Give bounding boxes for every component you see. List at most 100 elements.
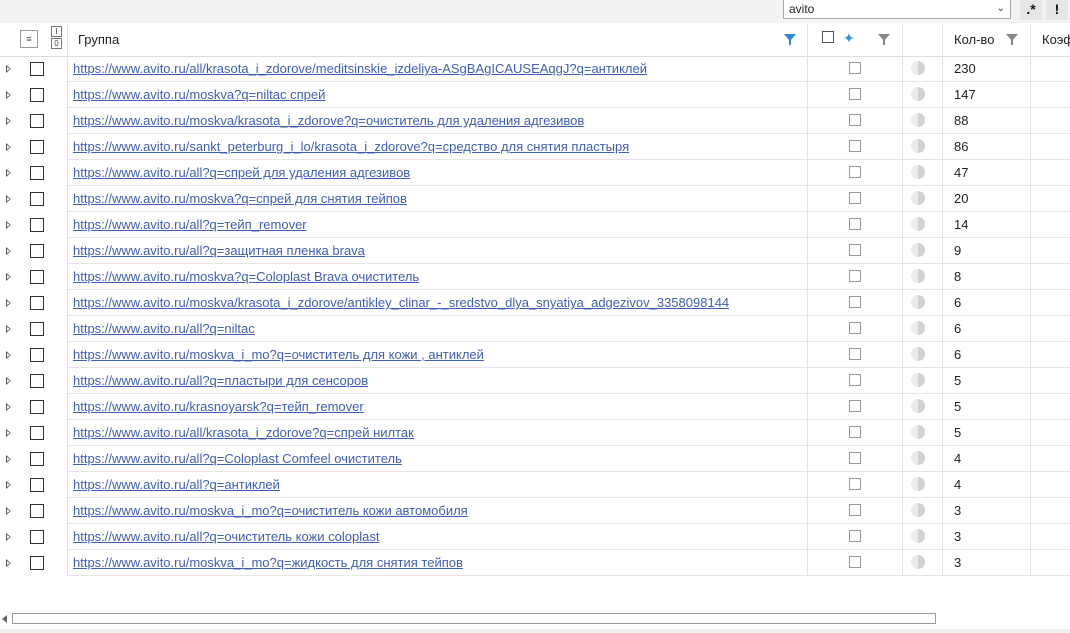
expand-arrow-icon[interactable] xyxy=(6,351,11,359)
row-select-checkbox[interactable] xyxy=(30,504,44,518)
table-row[interactable]: https://www.avito.ru/moskva_i_mo?q=очист… xyxy=(0,342,1070,368)
group-url-link[interactable]: https://www.avito.ru/moskva?q=спрей для … xyxy=(73,186,407,212)
group-url-link[interactable]: https://www.avito.ru/all?q=Coloplast Com… xyxy=(73,446,402,472)
row-select-checkbox[interactable] xyxy=(30,192,44,206)
row-select-checkbox[interactable] xyxy=(30,374,44,388)
table-row[interactable]: https://www.avito.ru/all?q=очиститель ко… xyxy=(0,524,1070,550)
group-url-link[interactable]: https://www.avito.ru/all?q=спрей для уда… xyxy=(73,160,410,186)
row-select-checkbox[interactable] xyxy=(30,478,44,492)
status-halfcircle-icon[interactable] xyxy=(911,555,925,569)
group-url-link[interactable]: https://www.avito.ru/all/krasota_i_zdoro… xyxy=(73,56,647,82)
group-url-link[interactable]: https://www.avito.ru/moskva_i_mo?q=жидко… xyxy=(73,550,463,576)
group-url-link[interactable]: https://www.avito.ru/krasnoyarsk?q=тейп_… xyxy=(73,394,364,420)
group-url-link[interactable]: https://www.avito.ru/all/krasota_i_zdoro… xyxy=(73,420,414,446)
group-url-link[interactable]: https://www.avito.ru/all?q=пластыри для … xyxy=(73,368,368,394)
group-url-link[interactable]: https://www.avito.ru/moskva_i_mo?q=очист… xyxy=(73,342,484,368)
row-mark-checkbox[interactable] xyxy=(849,296,861,308)
column-settings-icon[interactable]: ≡ xyxy=(20,30,38,48)
expand-arrow-icon[interactable] xyxy=(6,325,11,333)
status-halfcircle-icon[interactable] xyxy=(911,425,925,439)
row-mark-checkbox[interactable] xyxy=(849,426,861,438)
row-select-checkbox[interactable] xyxy=(30,114,44,128)
group-url-link[interactable]: https://www.avito.ru/moskva/krasota_i_zd… xyxy=(73,108,584,134)
status-halfcircle-icon[interactable] xyxy=(911,87,925,101)
expand-arrow-icon[interactable] xyxy=(6,299,11,307)
status-halfcircle-icon[interactable] xyxy=(911,217,925,231)
status-halfcircle-icon[interactable] xyxy=(911,139,925,153)
scroll-left-icon[interactable] xyxy=(2,615,7,623)
table-row[interactable]: https://www.avito.ru/moskva/krasota_i_zd… xyxy=(0,108,1070,134)
group-url-link[interactable]: https://www.avito.ru/moskva?q=niltac спр… xyxy=(73,82,325,108)
magic-wand-icon[interactable]: ✦ xyxy=(843,30,855,47)
group-url-link[interactable]: https://www.avito.ru/moskva?q=Coloplast … xyxy=(73,264,419,290)
expand-arrow-icon[interactable] xyxy=(6,507,11,515)
status-halfcircle-icon[interactable] xyxy=(911,503,925,517)
table-row[interactable]: https://www.avito.ru/all?q=защитная плен… xyxy=(0,238,1070,264)
table-row[interactable]: https://www.avito.ru/moskva?q=niltac спр… xyxy=(0,82,1070,108)
table-row[interactable]: https://www.avito.ru/moskva/krasota_i_zd… xyxy=(0,290,1070,316)
coef-column-header[interactable]: Коэф xyxy=(1042,24,1070,56)
table-row[interactable]: https://www.avito.ru/all?q=спрей для уда… xyxy=(0,160,1070,186)
status-halfcircle-icon[interactable] xyxy=(911,113,925,127)
select-all-checkbox[interactable] xyxy=(822,31,834,43)
row-mark-checkbox[interactable] xyxy=(849,62,861,74)
expand-arrow-icon[interactable] xyxy=(6,273,11,281)
expand-arrow-icon[interactable] xyxy=(6,481,11,489)
row-select-checkbox[interactable] xyxy=(30,218,44,232)
status-halfcircle-icon[interactable] xyxy=(911,165,925,179)
table-row[interactable]: https://www.avito.ru/moskva_i_mo?q=очист… xyxy=(0,498,1070,524)
row-select-checkbox[interactable] xyxy=(30,530,44,544)
expand-arrow-icon[interactable] xyxy=(6,143,11,151)
group-url-link[interactable]: https://www.avito.ru/all?q=очиститель ко… xyxy=(73,524,379,550)
expand-arrow-icon[interactable] xyxy=(6,117,11,125)
group-url-link[interactable]: https://www.avito.ru/sankt_peterburg_i_l… xyxy=(73,134,629,160)
expand-arrow-icon[interactable] xyxy=(6,195,11,203)
row-mark-checkbox[interactable] xyxy=(849,218,861,230)
exclude-toggle-button[interactable]: ! xyxy=(1046,0,1068,20)
io-toggle-icon[interactable]: I 0 xyxy=(51,26,62,50)
group-url-link[interactable]: https://www.avito.ru/all?q=тейп_remover xyxy=(73,212,307,238)
status-halfcircle-icon[interactable] xyxy=(911,243,925,257)
row-select-checkbox[interactable] xyxy=(30,88,44,102)
row-select-checkbox[interactable] xyxy=(30,400,44,414)
row-select-checkbox[interactable] xyxy=(30,62,44,76)
group-url-link[interactable]: https://www.avito.ru/moskva_i_mo?q=очист… xyxy=(73,498,468,524)
table-row[interactable]: https://www.avito.ru/all/krasota_i_zdoro… xyxy=(0,56,1070,82)
table-row[interactable]: https://www.avito.ru/all?q=антиклей 4 xyxy=(0,472,1070,498)
table-row[interactable]: https://www.avito.ru/krasnoyarsk?q=тейп_… xyxy=(0,394,1070,420)
row-select-checkbox[interactable] xyxy=(30,322,44,336)
expand-arrow-icon[interactable] xyxy=(6,247,11,255)
row-select-checkbox[interactable] xyxy=(30,244,44,258)
status-halfcircle-icon[interactable] xyxy=(911,477,925,491)
expand-arrow-icon[interactable] xyxy=(6,91,11,99)
status-halfcircle-icon[interactable] xyxy=(911,373,925,387)
row-mark-checkbox[interactable] xyxy=(849,244,861,256)
row-mark-checkbox[interactable] xyxy=(849,114,861,126)
scrollbar-thumb[interactable] xyxy=(12,613,936,624)
status-halfcircle-icon[interactable] xyxy=(911,61,925,75)
row-select-checkbox[interactable] xyxy=(30,166,44,180)
group-url-link[interactable]: https://www.avito.ru/all?q=антиклей xyxy=(73,472,280,498)
status-halfcircle-icon[interactable] xyxy=(911,295,925,309)
expand-arrow-icon[interactable] xyxy=(6,377,11,385)
group-url-link[interactable]: https://www.avito.ru/all?q=niltac xyxy=(73,316,255,342)
row-mark-checkbox[interactable] xyxy=(849,322,861,334)
row-mark-checkbox[interactable] xyxy=(849,88,861,100)
expand-arrow-icon[interactable] xyxy=(6,429,11,437)
status-halfcircle-icon[interactable] xyxy=(911,269,925,283)
row-select-checkbox[interactable] xyxy=(30,556,44,570)
count-column-header[interactable]: Кол-во xyxy=(954,24,994,56)
status-halfcircle-icon[interactable] xyxy=(911,191,925,205)
row-mark-checkbox[interactable] xyxy=(849,140,861,152)
horizontal-scrollbar[interactable] xyxy=(0,612,1070,626)
status-halfcircle-icon[interactable] xyxy=(911,451,925,465)
row-select-checkbox[interactable] xyxy=(30,270,44,284)
table-row[interactable]: https://www.avito.ru/moskva?q=Coloplast … xyxy=(0,264,1070,290)
row-select-checkbox[interactable] xyxy=(30,140,44,154)
expand-arrow-icon[interactable] xyxy=(6,533,11,541)
expand-arrow-icon[interactable] xyxy=(6,169,11,177)
table-row[interactable]: https://www.avito.ru/all?q=Coloplast Com… xyxy=(0,446,1070,472)
table-row[interactable]: https://www.avito.ru/moskva?q=спрей для … xyxy=(0,186,1070,212)
table-row[interactable]: https://www.avito.ru/all/krasota_i_zdoro… xyxy=(0,420,1070,446)
row-mark-checkbox[interactable] xyxy=(849,556,861,568)
